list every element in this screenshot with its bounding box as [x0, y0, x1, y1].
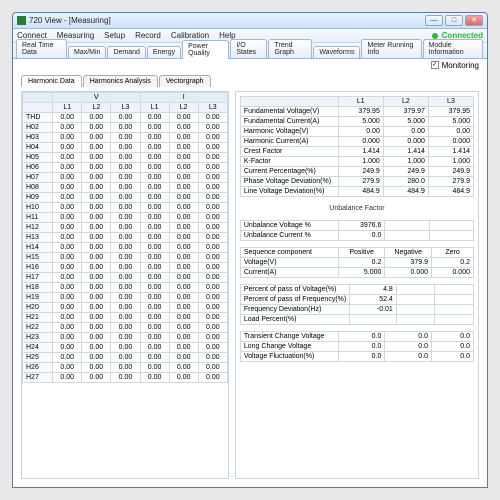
main-tab[interactable]: Max/Min — [68, 46, 106, 58]
sub-tab[interactable]: Harmonics Analysis — [83, 75, 158, 87]
menu-record[interactable]: Record — [135, 31, 161, 40]
unbalance-table: Unbalance Voltage %3976.6Unbalance Curre… — [240, 220, 474, 241]
sub-tabstrip: Harmonic DataHarmonics AnalysisVectorgra… — [13, 73, 487, 87]
unbalance-title: Unbalance Factor — [240, 203, 474, 214]
status-dot-icon — [432, 33, 438, 39]
monitoring-checkbox[interactable]: ✓ — [431, 61, 439, 69]
main-tab[interactable]: Power Quality — [182, 40, 229, 59]
app-window: 720 View - [Measuring] — □ ✕ Connect Mea… — [12, 12, 488, 488]
window-title: 720 View - [Measuring] — [29, 16, 425, 25]
app-icon — [17, 16, 26, 25]
main-tab[interactable]: Waveforms — [313, 46, 360, 58]
main-tab[interactable]: I/O States — [230, 39, 267, 58]
transient-table: Transient Change Voltage0.00.00.0Long Ch… — [240, 331, 474, 362]
main-tab[interactable]: Demand — [107, 46, 145, 58]
harmonic-table: VIL1L2L3L1L2L3THD0.000.000.000.000.000.0… — [22, 92, 228, 383]
close-button[interactable]: ✕ — [465, 15, 483, 26]
main-tab[interactable]: Real Time Data — [16, 39, 67, 58]
sub-tab[interactable]: Harmonic Data — [21, 75, 82, 87]
minimize-button[interactable]: — — [425, 15, 443, 26]
titlebar: 720 View - [Measuring] — □ ✕ — [13, 13, 487, 29]
main-tabstrip: Real Time DataMax/MinDemandEnergyPower Q… — [13, 43, 487, 59]
menu-calibration[interactable]: Calibration — [171, 31, 209, 40]
monitoring-label: Monitoring — [442, 61, 479, 70]
menu-setup[interactable]: Setup — [104, 31, 125, 40]
harmonic-table-panel: VIL1L2L3L1L2L3THD0.000.000.000.000.000.0… — [21, 91, 229, 479]
main-tab[interactable]: Meter Running Info — [361, 39, 421, 58]
main-tab[interactable]: Energy — [147, 46, 181, 58]
sequence-table: Sequence componentPositiveNegativeZeroVo… — [240, 247, 474, 278]
fundamental-table: L1L2L3Fundamental Voltage(V)379.95379.97… — [240, 96, 474, 197]
percent-table: Percent of pass of Voltage(%)4.8Percent … — [240, 284, 474, 325]
summary-panel: L1L2L3Fundamental Voltage(V)379.95379.97… — [235, 91, 479, 479]
maximize-button[interactable]: □ — [445, 15, 463, 26]
main-tab[interactable]: Module Information — [423, 39, 483, 58]
main-tab[interactable]: Trend Graph — [268, 39, 312, 58]
sub-tab[interactable]: Vectorgraph — [159, 75, 211, 87]
